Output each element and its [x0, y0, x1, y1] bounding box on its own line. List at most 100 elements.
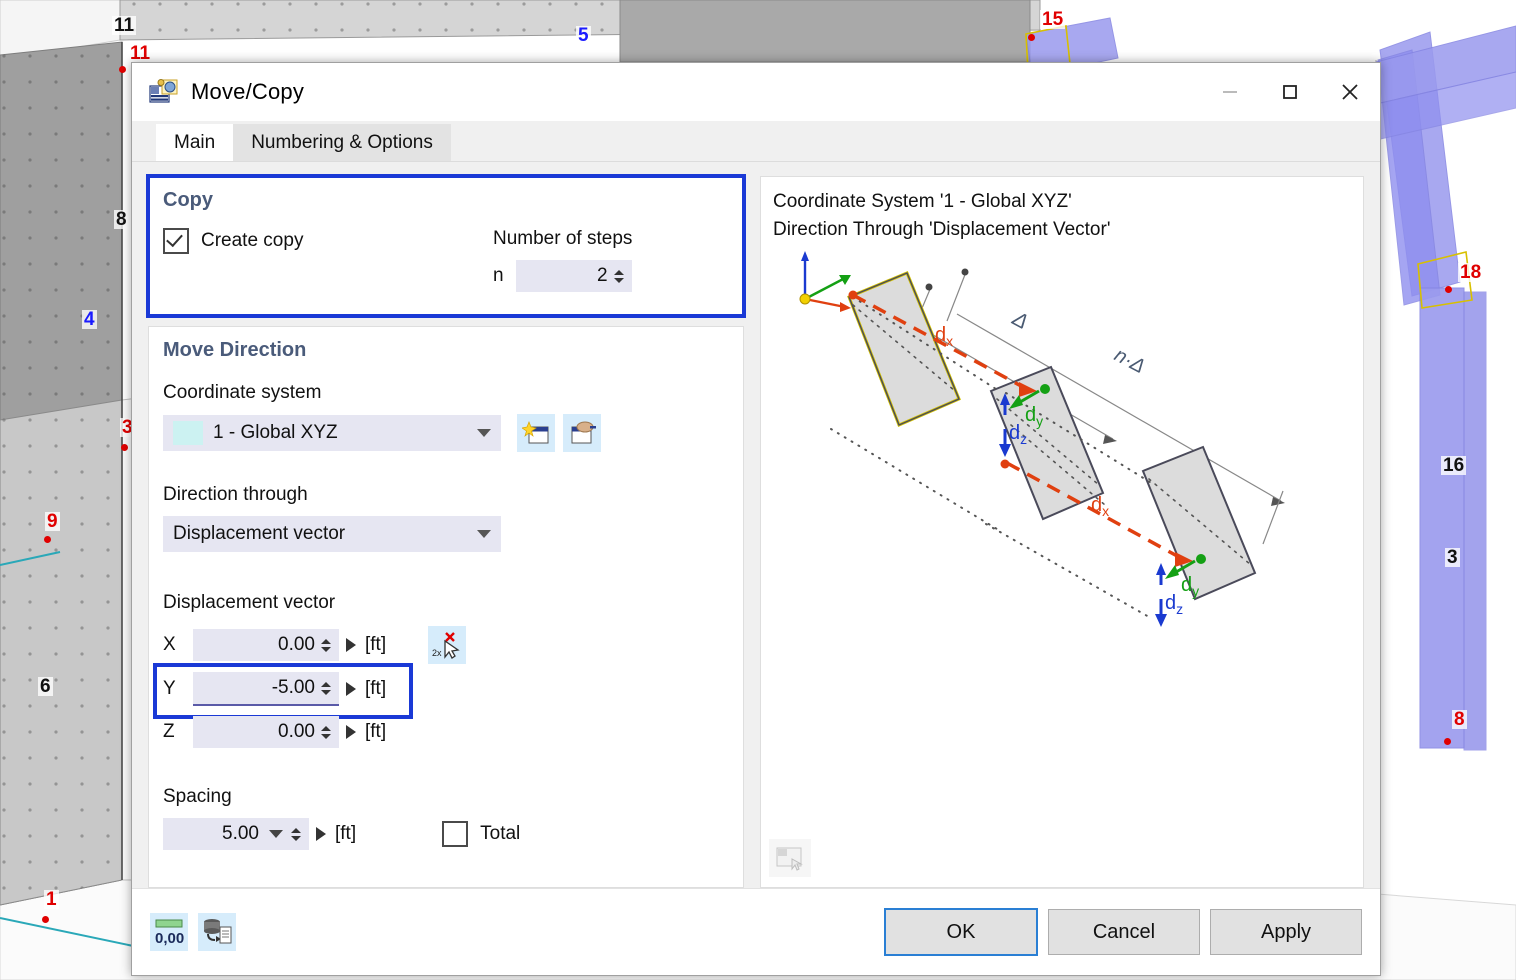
n-label: n: [493, 265, 504, 286]
direction-through-label: Direction through: [163, 484, 308, 505]
node-label[interactable]: 8: [1452, 710, 1467, 729]
node-label[interactable]: 18: [1458, 263, 1484, 282]
preview-line-2: Direction Through 'Displacement Vector': [773, 219, 1111, 240]
apply-button[interactable]: Apply: [1210, 909, 1362, 955]
node-point: [1028, 34, 1035, 41]
displacement-x-unit: [ft]: [365, 634, 387, 655]
displacement-z-spinner[interactable]: [321, 725, 333, 739]
dialog-titlebar[interactable]: Move/Copy: [132, 63, 1380, 121]
number-of-steps-spinner[interactable]: [613, 269, 626, 283]
movecopy-icon: [149, 79, 179, 105]
copy-panel: Copy Create copy Number of steps n 2: [146, 174, 746, 318]
spacing-spinner[interactable]: [291, 827, 303, 841]
displacement-y-value: -5.00: [271, 677, 315, 698]
spacing-input[interactable]: 5.00: [163, 818, 309, 850]
render-preview-icon[interactable]: [769, 839, 811, 877]
axis-z-label: Z: [163, 721, 175, 742]
coordinate-system-color-swatch: [173, 421, 203, 445]
displacement-y-unit: [ft]: [365, 678, 387, 699]
member-label[interactable]: 6: [38, 677, 53, 696]
displacement-x-value: 0.00: [278, 634, 315, 655]
dialog-body: Copy Create copy Number of steps n 2 Mov…: [132, 162, 1380, 888]
preview-panel[interactable]: Coordinate System '1 - Global XYZ' Direc…: [760, 176, 1364, 888]
spacing-label: Spacing: [163, 786, 232, 807]
svg-text:n·Δ: n·Δ: [1111, 344, 1149, 378]
node-point: [119, 66, 126, 73]
number-of-steps-value: 2: [597, 265, 608, 286]
member-label[interactable]: 8: [114, 210, 129, 229]
member-label[interactable]: 11: [112, 16, 137, 35]
units-decimal-places-icon[interactable]: 0,00: [150, 913, 188, 951]
node-label[interactable]: 11: [128, 44, 153, 63]
member-label[interactable]: 16: [1441, 456, 1467, 475]
tab-strip: Main Numbering & Options: [132, 121, 1380, 162]
left-column: Copy Create copy Number of steps n 2 Mov…: [146, 174, 746, 888]
spacing-more-icon[interactable]: [316, 827, 326, 841]
maximize-button[interactable]: [1260, 63, 1320, 120]
svg-text:Δ: Δ: [1008, 307, 1032, 334]
window-controls: [1200, 63, 1380, 120]
node-point: [1444, 738, 1451, 745]
displacement-x-input[interactable]: 0.00: [193, 629, 339, 661]
svg-text:0,00: 0,00: [155, 930, 184, 946]
number-of-steps-input[interactable]: 2: [515, 260, 632, 292]
displacement-z-unit: [ft]: [365, 721, 387, 742]
number-of-steps-label: Number of steps: [493, 228, 633, 249]
node-point: [44, 536, 51, 543]
displacement-x-more-icon[interactable]: [346, 638, 356, 652]
export-database-icon[interactable]: [198, 913, 236, 951]
spacing-chevron-down-icon[interactable]: [269, 830, 283, 838]
coordinate-system-select[interactable]: 1 - Global XYZ: [163, 415, 501, 451]
axis-x-label: X: [163, 634, 176, 655]
direction-through-select[interactable]: Displacement vector: [163, 516, 501, 552]
chevron-down-icon: [477, 429, 491, 437]
node-label[interactable]: 9: [45, 512, 60, 531]
move-copy-dialog: Move/Copy Main Numbering & Options Copy: [131, 62, 1381, 976]
edit-coordinate-system-icon[interactable]: [563, 414, 601, 452]
cancel-button[interactable]: Cancel: [1048, 909, 1200, 955]
spacing-value: 5.00: [222, 823, 259, 844]
displacement-z-input[interactable]: 0.00: [193, 716, 339, 748]
total-label: Total: [480, 823, 521, 844]
node-point: [42, 916, 49, 923]
ok-button[interactable]: OK: [883, 907, 1039, 957]
member-label[interactable]: 3: [1445, 548, 1460, 567]
surface-label[interactable]: 5: [576, 26, 591, 45]
minimize-button[interactable]: [1200, 63, 1260, 120]
dialog-footer: 0,00 OK Cancel Apply: [132, 888, 1380, 975]
tab-numbering-options[interactable]: Numbering & Options: [233, 124, 451, 161]
create-copy-checkbox[interactable]: [163, 228, 189, 254]
axis-y-label: Y: [163, 678, 176, 699]
new-coordinate-system-icon[interactable]: [517, 414, 555, 452]
displacement-vector-label: Displacement vector: [163, 592, 336, 613]
displacement-z-value: 0.00: [278, 721, 315, 742]
preview-diagram: Δ n·Δ dx dy dz dx dy dz: [799, 251, 1285, 627]
create-copy-label: Create copy: [201, 230, 304, 251]
move-direction-panel-title: Move Direction: [163, 339, 307, 361]
svg-text:dx: dx: [935, 324, 953, 349]
svg-text:2x: 2x: [432, 648, 442, 658]
displacement-y-spinner[interactable]: [321, 681, 333, 695]
node-label[interactable]: 15: [1040, 10, 1066, 29]
right-column: Coordinate System '1 - Global XYZ' Direc…: [760, 176, 1364, 888]
close-button[interactable]: [1320, 63, 1380, 120]
node-label[interactable]: 1: [44, 890, 59, 909]
pick-two-points-icon[interactable]: 2x: [428, 626, 467, 664]
coordinate-system-label: Coordinate system: [163, 382, 322, 403]
tab-main[interactable]: Main: [156, 124, 234, 161]
svg-text:dx: dx: [1091, 494, 1109, 519]
total-checkbox[interactable]: [442, 821, 469, 847]
displacement-y-input[interactable]: -5.00: [193, 672, 339, 706]
preview-line-1: Coordinate System '1 - Global XYZ': [773, 191, 1072, 212]
displacement-z-more-icon[interactable]: [346, 725, 356, 739]
dialog-title: Move/Copy: [191, 79, 305, 104]
node-point: [1445, 286, 1452, 293]
direction-through-value: Displacement vector: [173, 523, 346, 544]
copy-panel-title: Copy: [163, 189, 213, 211]
displacement-y-more-icon[interactable]: [346, 682, 356, 696]
move-direction-panel: Move Direction Coordinate system 1 - Glo…: [148, 326, 744, 888]
surface-label[interactable]: 4: [82, 310, 97, 329]
displacement-x-spinner[interactable]: [321, 638, 333, 652]
spacing-unit: [ft]: [335, 823, 357, 844]
node-point: [121, 444, 128, 451]
